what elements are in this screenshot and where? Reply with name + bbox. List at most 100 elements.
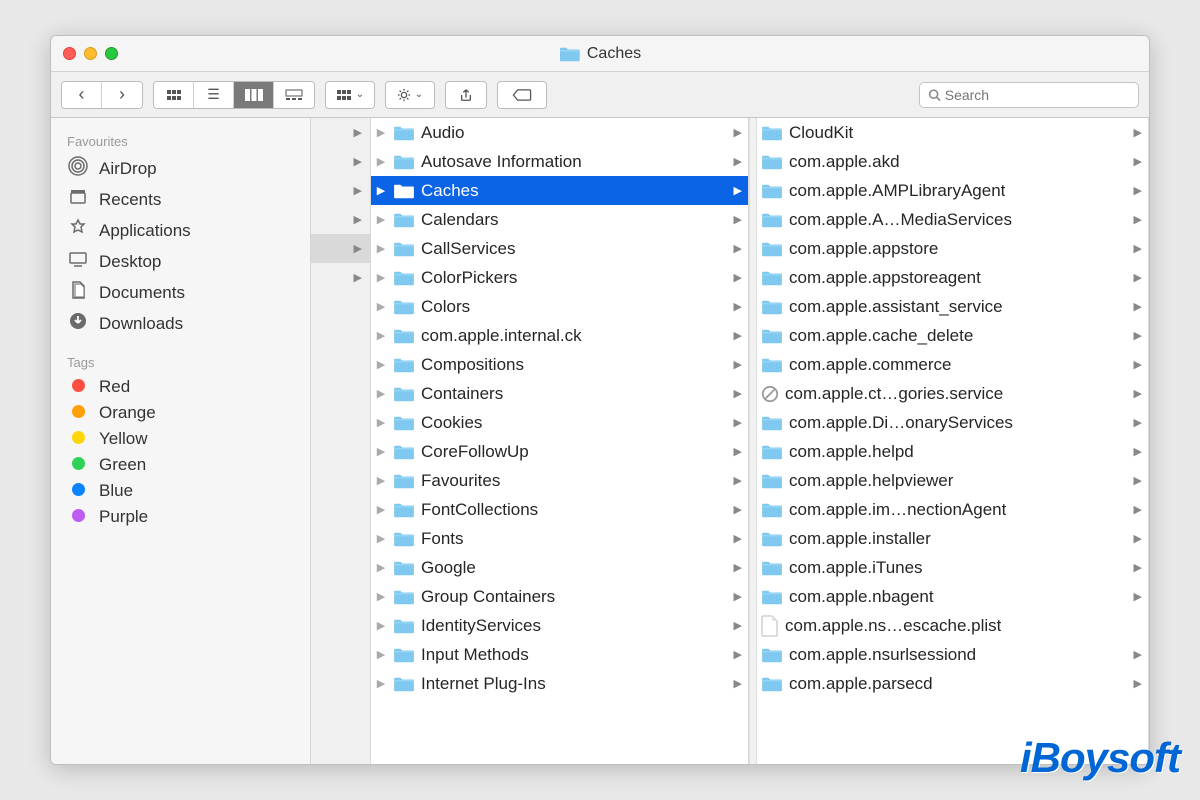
- search-field[interactable]: [919, 82, 1139, 108]
- column-2[interactable]: CloudKit▶com.apple.akd▶com.apple.AMPLibr…: [757, 118, 1149, 764]
- folder-row[interactable]: ▶Caches▶: [371, 176, 748, 205]
- folder-row[interactable]: com.apple.appstore▶: [757, 234, 1148, 263]
- folder-row[interactable]: ▶CallServices▶: [371, 234, 748, 263]
- folder-row[interactable]: com.apple.commerce▶: [757, 350, 1148, 379]
- traffic-lights: [63, 47, 118, 60]
- folder-row[interactable]: ▶CoreFollowUp▶: [371, 437, 748, 466]
- view-column-button[interactable]: [234, 82, 274, 108]
- column-divider[interactable]: [749, 118, 757, 764]
- folder-icon: [393, 559, 415, 577]
- column-1[interactable]: ▶Audio▶▶Autosave Information▶▶Caches▶▶Ca…: [371, 118, 749, 764]
- folder-row[interactable]: com.apple.appstoreagent▶: [757, 263, 1148, 292]
- minimize-icon[interactable]: [84, 47, 97, 60]
- folder-row[interactable]: ▶Autosave Information▶: [371, 147, 748, 176]
- search-icon: [928, 88, 941, 102]
- folder-row[interactable]: com.apple.ns…escache.plist: [757, 611, 1148, 640]
- folder-row[interactable]: ▶ColorPickers▶: [371, 263, 748, 292]
- folder-row[interactable]: com.apple.A…MediaServices▶: [757, 205, 1148, 234]
- folder-row[interactable]: com.apple.iTunes▶: [757, 553, 1148, 582]
- view-list-button[interactable]: ☰: [194, 82, 234, 108]
- chevron-left-icon: ▶: [375, 416, 387, 429]
- chevron-right-icon: ▶: [1134, 590, 1142, 603]
- folder-row[interactable]: ▶com.apple.internal.ck▶: [371, 321, 748, 350]
- folder-row[interactable]: ▶Cookies▶: [371, 408, 748, 437]
- back-button[interactable]: ‹: [62, 82, 102, 108]
- tag-dot-icon: [72, 457, 85, 470]
- view-icon-button[interactable]: [154, 82, 194, 108]
- sidebar-tag-yellow[interactable]: Yellow: [51, 426, 310, 452]
- folder-row[interactable]: ▶Fonts▶: [371, 524, 748, 553]
- folder-icon: [761, 443, 783, 461]
- folder-icon: [393, 356, 415, 374]
- folder-row[interactable]: ▶Internet Plug-Ins▶: [371, 669, 748, 698]
- folder-row[interactable]: com.apple.nsurlsessiond▶: [757, 640, 1148, 669]
- folder-row[interactable]: com.apple.cache_delete▶: [757, 321, 1148, 350]
- folder-row[interactable]: com.apple.Di…onaryServices▶: [757, 408, 1148, 437]
- chevron-right-icon: ▶: [734, 590, 742, 603]
- folder-row[interactable]: ▶Compositions▶: [371, 350, 748, 379]
- chevron-left-icon: ▶: [375, 387, 387, 400]
- folder-icon: [393, 443, 415, 461]
- sidebar-item-downloads[interactable]: Downloads: [51, 308, 310, 339]
- folder-row[interactable]: com.apple.im…nectionAgent▶: [757, 495, 1148, 524]
- sidebar-tag-orange[interactable]: Orange: [51, 400, 310, 426]
- folder-row[interactable]: com.apple.nbagent▶: [757, 582, 1148, 611]
- sidebar-item-recents[interactable]: Recents: [51, 184, 310, 215]
- chevron-right-icon: ▶: [734, 561, 742, 574]
- column0-row[interactable]: ▶: [311, 234, 370, 263]
- folder-icon: [761, 298, 783, 316]
- folder-row[interactable]: com.apple.akd▶: [757, 147, 1148, 176]
- sidebar-tag-purple[interactable]: Purple: [51, 504, 310, 530]
- sidebar-item-desktop[interactable]: Desktop: [51, 246, 310, 277]
- chevron-right-icon: ▶: [734, 358, 742, 371]
- folder-row[interactable]: com.apple.parsecd▶: [757, 669, 1148, 698]
- folder-row[interactable]: ▶Colors▶: [371, 292, 748, 321]
- view-gallery-button[interactable]: [274, 82, 314, 108]
- folder-row[interactable]: ▶Calendars▶: [371, 205, 748, 234]
- folder-row[interactable]: CloudKit▶: [757, 118, 1148, 147]
- folder-row[interactable]: com.apple.helpviewer▶: [757, 466, 1148, 495]
- sidebar-item-apps[interactable]: Applications: [51, 215, 310, 246]
- folder-row[interactable]: ▶Input Methods▶: [371, 640, 748, 669]
- forward-button[interactable]: ›: [102, 82, 142, 108]
- sidebar-item-airdrop[interactable]: AirDrop: [51, 153, 310, 184]
- sidebar-tag-green[interactable]: Green: [51, 452, 310, 478]
- folder-row[interactable]: com.apple.helpd▶: [757, 437, 1148, 466]
- chevron-right-icon: ▶: [734, 184, 742, 197]
- folder-icon: [393, 385, 415, 403]
- arrange-button[interactable]: ⌄: [326, 82, 374, 108]
- sidebar-tag-blue[interactable]: Blue: [51, 478, 310, 504]
- folder-row[interactable]: com.apple.installer▶: [757, 524, 1148, 553]
- column0-row[interactable]: ▶: [311, 118, 370, 147]
- folder-row[interactable]: com.apple.ct…gories.service▶: [757, 379, 1148, 408]
- sidebar-item-label: Blue: [99, 481, 133, 501]
- folder-row[interactable]: ▶Group Containers▶: [371, 582, 748, 611]
- zoom-icon[interactable]: [105, 47, 118, 60]
- chevron-right-icon: ▶: [734, 271, 742, 284]
- sidebar-tag-red[interactable]: Red: [51, 374, 310, 400]
- folder-row[interactable]: ▶Favourites▶: [371, 466, 748, 495]
- folder-row[interactable]: com.apple.AMPLibraryAgent▶: [757, 176, 1148, 205]
- item-label: Favourites: [421, 471, 500, 491]
- column0-row[interactable]: ▶: [311, 147, 370, 176]
- chevron-right-icon: ▶: [354, 213, 362, 226]
- share-button[interactable]: [446, 82, 486, 108]
- column-0[interactable]: ▶▶▶▶▶▶: [311, 118, 371, 764]
- folder-row[interactable]: ▶Audio▶: [371, 118, 748, 147]
- close-icon[interactable]: [63, 47, 76, 60]
- window-title-text: Caches: [587, 45, 641, 63]
- sidebar-item-label: Orange: [99, 403, 156, 423]
- folder-row[interactable]: ▶IdentityServices▶: [371, 611, 748, 640]
- column0-row[interactable]: ▶: [311, 176, 370, 205]
- tag-button[interactable]: [498, 82, 546, 108]
- column0-row[interactable]: ▶: [311, 205, 370, 234]
- action-button[interactable]: ⌄: [386, 82, 434, 108]
- folder-row[interactable]: ▶FontCollections▶: [371, 495, 748, 524]
- folder-row[interactable]: ▶Containers▶: [371, 379, 748, 408]
- sidebar-item-label: Applications: [99, 221, 191, 241]
- folder-row[interactable]: com.apple.assistant_service▶: [757, 292, 1148, 321]
- column0-row[interactable]: ▶: [311, 263, 370, 292]
- sidebar-item-docs[interactable]: Documents: [51, 277, 310, 308]
- folder-row[interactable]: ▶Google▶: [371, 553, 748, 582]
- search-input[interactable]: [945, 87, 1130, 103]
